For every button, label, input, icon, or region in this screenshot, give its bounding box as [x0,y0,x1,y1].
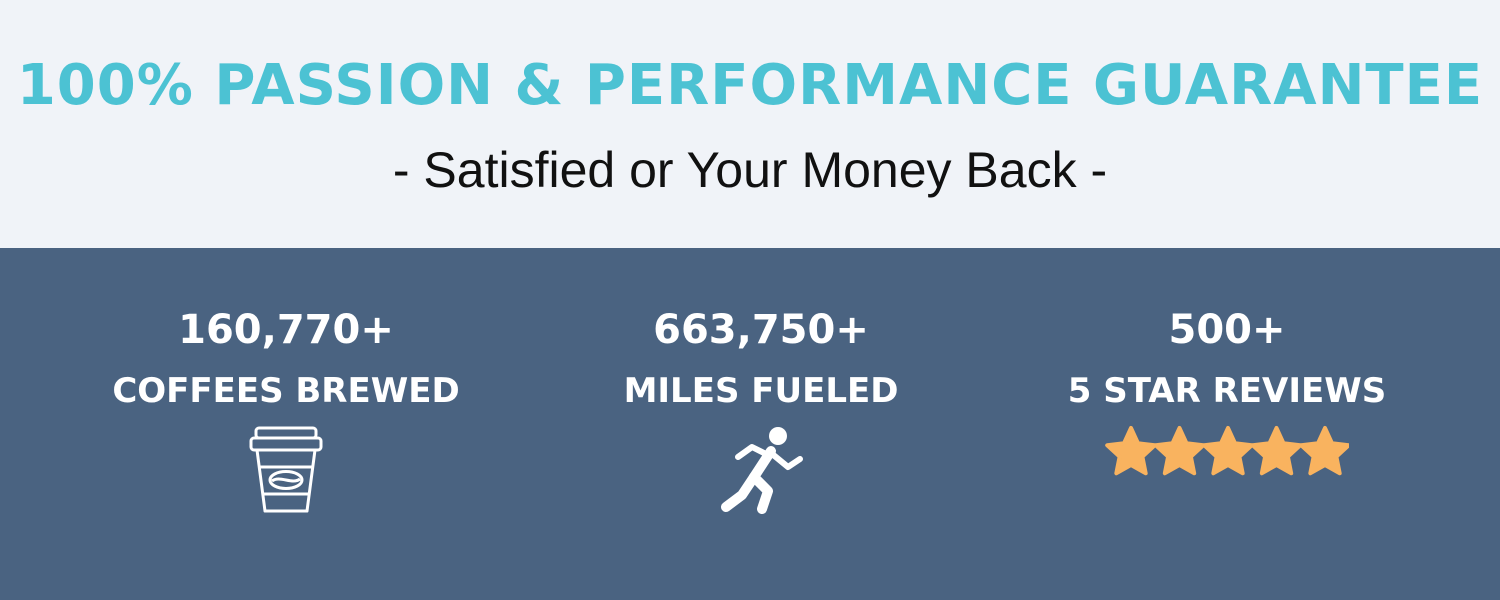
stat-label: 5 STAR REVIEWS [1067,371,1387,411]
guarantee-headline: 100% PASSION & PERFORMANCE GUARANTEE [16,53,1484,118]
stat-label: COFFEES BREWED [112,371,460,411]
star-icon [1250,426,1303,476]
stat-coffees-brewed: 160,770+ COFFEES BREWED [56,305,516,545]
stat-five-star-reviews: 500+ 5 STAR REVIEWS [997,305,1457,545]
runner-icon [721,427,803,514]
star-icon [1299,426,1349,476]
guarantee-header: 100% PASSION & PERFORMANCE GUARANTEE - S… [0,0,1500,248]
stat-label: MILES FUELED [623,371,899,411]
guarantee-subheadline: - Satisfied or Your Money Back - [392,142,1108,198]
coffee-cup-icon [249,426,323,513]
stat-number: 663,750+ [653,307,869,353]
star-icon [1202,426,1254,476]
five-stars-icon [1105,426,1349,476]
stats-band: 160,770+ COFFEES BREWED 663,750+ MILES F… [0,248,1500,600]
star-icon [1153,426,1206,476]
stat-number: 160,770+ [178,307,394,353]
stat-number: 500+ [1168,307,1286,353]
stat-miles-fueled: 663,750+ MILES FUELED [531,305,991,545]
star-icon [1105,426,1157,476]
